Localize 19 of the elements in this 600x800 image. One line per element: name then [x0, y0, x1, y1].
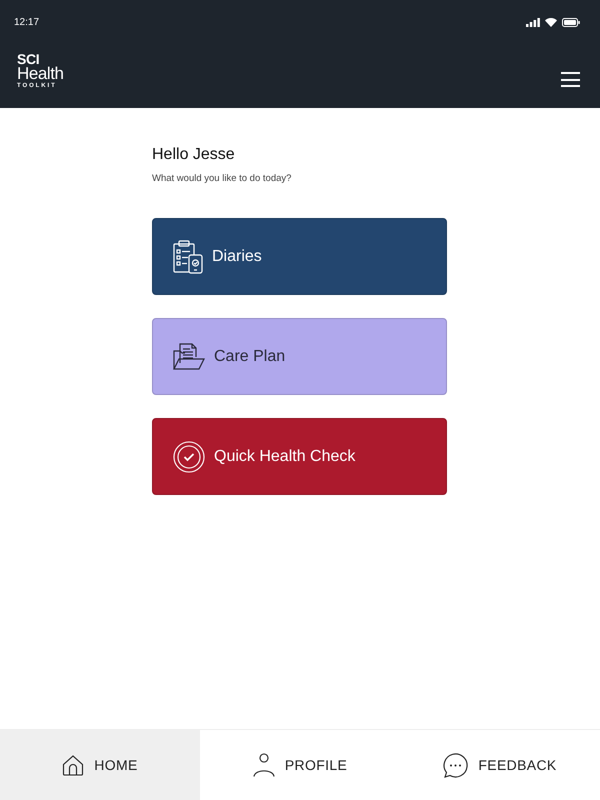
status-time: 12:17	[14, 16, 40, 30]
battery-icon	[562, 18, 580, 26]
home-icon	[62, 754, 84, 776]
nav-tab[interactable]: HOME	[0, 730, 200, 800]
folder-document-icon	[173, 342, 205, 370]
action-card-button[interactable]: Diaries	[152, 218, 447, 295]
wifi-icon	[545, 18, 557, 26]
logo-text: Health	[17, 65, 64, 82]
action-card-button[interactable]: Care Plan	[152, 318, 447, 395]
action-card-button[interactable]: Quick Health Check	[152, 418, 447, 495]
person-icon	[252, 753, 275, 777]
signal-icon	[526, 18, 540, 26]
logo-text: SCI	[17, 52, 40, 66]
greeting-subtitle: What would you like to do today?	[152, 173, 292, 185]
clipboard-phone-icon	[173, 240, 203, 274]
speech-bubble-dots-icon	[443, 752, 468, 778]
menu-button[interactable]	[561, 72, 580, 87]
check-circle-icon	[173, 440, 205, 472]
greeting-title: Hello Jesse	[152, 145, 236, 165]
